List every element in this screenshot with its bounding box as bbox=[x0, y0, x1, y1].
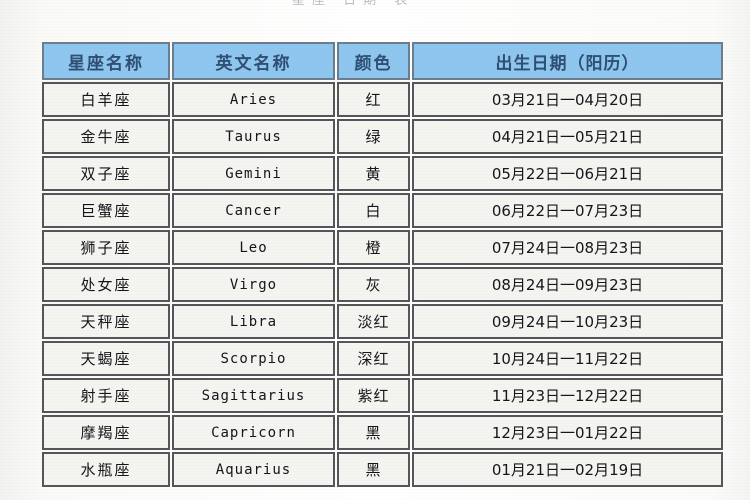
cell-color: 紫红 bbox=[337, 378, 410, 413]
table-row: 双子座 Gemini 黄 05月22日一06月21日 bbox=[42, 156, 723, 191]
table-row: 天蝎座 Scorpio 深红 10月24日一11月22日 bbox=[42, 341, 723, 376]
cell-birth-date: 05月22日一06月21日 bbox=[412, 156, 723, 191]
cell-constellation-name: 摩羯座 bbox=[42, 415, 170, 450]
column-header-english-name: 英文名称 bbox=[172, 42, 335, 80]
cell-constellation-name: 天秤座 bbox=[42, 304, 170, 339]
zodiac-table-container: 星座名称 英文名称 颜色 出生日期（阳历） 白羊座 Aries 红 03月21日一04… bbox=[40, 40, 723, 489]
header-row: 星座名称 英文名称 颜色 出生日期（阳历） bbox=[42, 42, 723, 80]
cell-color: 黑 bbox=[337, 415, 410, 450]
scanned-page: 星座 日期 表 星座名称 英文名称 颜色 出生日期（阳历） 白羊座 Aries 红 0… bbox=[0, 0, 750, 500]
cut-off-title-strip: 星座 日期 表 bbox=[0, 0, 750, 12]
cell-color: 淡红 bbox=[337, 304, 410, 339]
cell-english-name: Capricorn bbox=[172, 415, 335, 450]
cell-color: 红 bbox=[337, 82, 410, 117]
table-row: 白羊座 Aries 红 03月21日一04月20日 bbox=[42, 82, 723, 117]
cell-color: 黄 bbox=[337, 156, 410, 191]
cell-color: 灰 bbox=[337, 267, 410, 302]
cell-constellation-name: 白羊座 bbox=[42, 82, 170, 117]
table-row: 水瓶座 Aquarius 黑 01月21日一02月19日 bbox=[42, 452, 723, 487]
column-header-constellation-name: 星座名称 bbox=[42, 42, 170, 80]
cell-birth-date: 06月22日一07月23日 bbox=[412, 193, 723, 228]
cell-birth-date: 09月24日一10月23日 bbox=[412, 304, 723, 339]
cell-color: 深红 bbox=[337, 341, 410, 376]
cell-birth-date: 10月24日一11月22日 bbox=[412, 341, 723, 376]
cell-english-name: Libra bbox=[172, 304, 335, 339]
cell-birth-date: 07月24日一08月23日 bbox=[412, 230, 723, 265]
cell-english-name: Gemini bbox=[172, 156, 335, 191]
table-row: 金牛座 Taurus 绿 04月21日一05月21日 bbox=[42, 119, 723, 154]
zodiac-table: 星座名称 英文名称 颜色 出生日期（阳历） 白羊座 Aries 红 03月21日一04… bbox=[40, 40, 725, 489]
cell-english-name: Scorpio bbox=[172, 341, 335, 376]
cut-off-title-text: 星座 日期 表 bbox=[292, 0, 415, 8]
cell-constellation-name: 射手座 bbox=[42, 378, 170, 413]
table-row: 巨蟹座 Cancer 白 06月22日一07月23日 bbox=[42, 193, 723, 228]
column-header-birth-date: 出生日期（阳历） bbox=[412, 42, 723, 80]
cell-color: 黑 bbox=[337, 452, 410, 487]
table-body: 白羊座 Aries 红 03月21日一04月20日 金牛座 Taurus 绿 04月21日一0… bbox=[42, 82, 723, 487]
cell-color: 橙 bbox=[337, 230, 410, 265]
cell-english-name: Aquarius bbox=[172, 452, 335, 487]
cell-constellation-name: 处女座 bbox=[42, 267, 170, 302]
table-row: 狮子座 Leo 橙 07月24日一08月23日 bbox=[42, 230, 723, 265]
column-header-color: 颜色 bbox=[337, 42, 410, 80]
cell-birth-date: 01月21日一02月19日 bbox=[412, 452, 723, 487]
cell-english-name: Cancer bbox=[172, 193, 335, 228]
cell-color: 绿 bbox=[337, 119, 410, 154]
cell-birth-date: 08月24日一09月23日 bbox=[412, 267, 723, 302]
cell-constellation-name: 双子座 bbox=[42, 156, 170, 191]
cell-english-name: Leo bbox=[172, 230, 335, 265]
cell-birth-date: 12月23日一01月22日 bbox=[412, 415, 723, 450]
cell-constellation-name: 天蝎座 bbox=[42, 341, 170, 376]
cell-constellation-name: 金牛座 bbox=[42, 119, 170, 154]
cell-birth-date: 03月21日一04月20日 bbox=[412, 82, 723, 117]
cell-constellation-name: 狮子座 bbox=[42, 230, 170, 265]
table-row: 摩羯座 Capricorn 黑 12月23日一01月22日 bbox=[42, 415, 723, 450]
cell-birth-date: 11月23日一12月22日 bbox=[412, 378, 723, 413]
cell-english-name: Sagittarius bbox=[172, 378, 335, 413]
cell-constellation-name: 水瓶座 bbox=[42, 452, 170, 487]
cell-english-name: Aries bbox=[172, 82, 335, 117]
table-row: 射手座 Sagittarius 紫红 11月23日一12月22日 bbox=[42, 378, 723, 413]
table-header: 星座名称 英文名称 颜色 出生日期（阳历） bbox=[42, 42, 723, 80]
cell-constellation-name: 巨蟹座 bbox=[42, 193, 170, 228]
table-row: 处女座 Virgo 灰 08月24日一09月23日 bbox=[42, 267, 723, 302]
cell-birth-date: 04月21日一05月21日 bbox=[412, 119, 723, 154]
table-row: 天秤座 Libra 淡红 09月24日一10月23日 bbox=[42, 304, 723, 339]
cell-color: 白 bbox=[337, 193, 410, 228]
cell-english-name: Taurus bbox=[172, 119, 335, 154]
cell-english-name: Virgo bbox=[172, 267, 335, 302]
